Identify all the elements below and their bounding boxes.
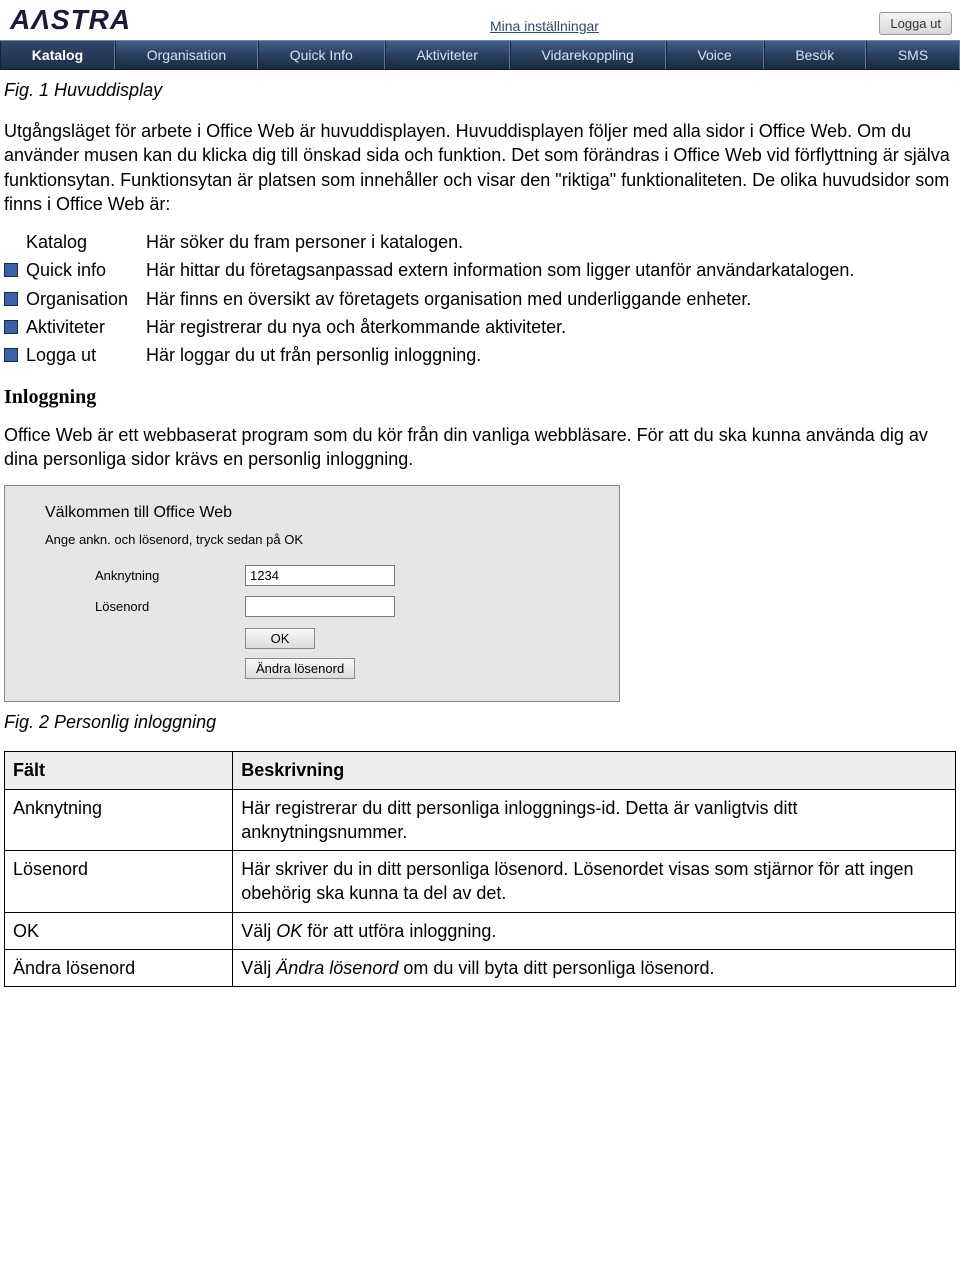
bullet-icon <box>4 348 18 362</box>
tab-voice[interactable]: Voice <box>666 41 764 69</box>
table-header-row: Fält Beskrivning <box>5 752 956 789</box>
main-nav: Katalog Organisation Quick Info Aktivite… <box>0 40 960 70</box>
figure-1-caption: Fig. 1 Huvuddisplay <box>4 80 956 101</box>
login-row-ext: Anknytning <box>45 565 595 586</box>
login-hint: Ange ankn. och lösenord, tryck sedan på … <box>45 532 595 547</box>
bullet-icon <box>4 292 18 306</box>
def-desc: Här söker du fram personer i katalogen. <box>146 230 956 254</box>
td-desc: Välj OK för att utföra inloggning. <box>233 912 956 949</box>
def-row-organisation: Organisation Här finns en översikt av fö… <box>4 287 956 311</box>
def-desc: Här finns en översikt av företagets orga… <box>146 287 956 311</box>
login-change-row: Ändra lösenord <box>45 657 595 679</box>
login-title: Välkommen till Office Web <box>45 504 595 522</box>
tab-aktiviteter[interactable]: Aktiviteter <box>385 41 510 69</box>
tab-organisation[interactable]: Organisation <box>115 41 258 69</box>
tab-katalog[interactable]: Katalog <box>0 41 115 69</box>
section-heading-inloggning: Inloggning <box>4 386 956 409</box>
def-term: Aktiviteter <box>26 315 146 339</box>
login-ok-row: OK <box>45 627 595 649</box>
td-field: OK <box>5 912 233 949</box>
tab-sms[interactable]: SMS <box>866 41 960 69</box>
ext-input[interactable] <box>245 565 395 586</box>
def-desc: Här loggar du ut från personlig inloggni… <box>146 343 956 367</box>
table-row: Lösenord Här skriver du in ditt personli… <box>5 851 956 913</box>
td-desc: Här skriver du in ditt personliga löseno… <box>233 851 956 913</box>
def-term: Quick info <box>26 258 146 282</box>
td-field: Ändra lösenord <box>5 950 233 987</box>
login-intro-paragraph: Office Web är ett webbaserat program som… <box>4 423 956 472</box>
def-row-aktiviteter: Aktiviteter Här registrerar du nya och å… <box>4 315 956 339</box>
change-password-button[interactable]: Ändra lösenord <box>245 658 355 679</box>
td-desc: Välj Ändra lösenord om du vill byta ditt… <box>233 950 956 987</box>
intro-paragraph: Utgångsläget för arbete i Office Web är … <box>4 119 956 216</box>
field-table: Fält Beskrivning Anknytning Här registre… <box>4 751 956 987</box>
settings-link[interactable]: Mina inställningar <box>490 18 599 34</box>
table-row: Ändra lösenord Välj Ändra lösenord om du… <box>5 950 956 987</box>
bullet-icon <box>4 320 18 334</box>
login-row-pwd: Lösenord <box>45 596 595 617</box>
login-panel: Välkommen till Office Web Ange ankn. och… <box>4 485 620 702</box>
def-row-katalog: Katalog Här söker du fram personer i kat… <box>4 230 956 254</box>
def-term: Logga ut <box>26 343 146 367</box>
def-term: Organisation <box>26 287 146 311</box>
bullet-icon <box>4 263 18 277</box>
tab-vidarekoppling[interactable]: Vidarekoppling <box>510 41 666 69</box>
td-field: Lösenord <box>5 851 233 913</box>
tab-quick-info[interactable]: Quick Info <box>258 41 385 69</box>
figure-2-caption: Fig. 2 Personlig inloggning <box>4 712 956 733</box>
th-desc: Beskrivning <box>233 752 956 789</box>
def-row-loggaut: Logga ut Här loggar du ut från personlig… <box>4 343 956 367</box>
pwd-input[interactable] <box>245 596 395 617</box>
table-row: Anknytning Här registrerar du ditt perso… <box>5 789 956 851</box>
table-row: OK Välj OK för att utföra inloggning. <box>5 912 956 949</box>
definition-list: Katalog Här söker du fram personer i kat… <box>4 230 956 367</box>
ext-label: Anknytning <box>45 568 245 583</box>
def-desc: Här hittar du företagsanpassad extern in… <box>146 258 956 282</box>
pwd-label: Lösenord <box>45 599 245 614</box>
tab-besok[interactable]: Besök <box>764 41 867 69</box>
page-content: Fig. 1 Huvuddisplay Utgångsläget för arb… <box>0 80 960 987</box>
logout-button[interactable]: Logga ut <box>879 12 952 35</box>
td-field: Anknytning <box>5 789 233 851</box>
def-term: Katalog <box>26 230 146 254</box>
ok-button[interactable]: OK <box>245 628 315 649</box>
top-bar: AΛSTRA Mina inställningar Logga ut <box>0 0 960 38</box>
th-field: Fält <box>5 752 233 789</box>
def-row-quickinfo: Quick info Här hittar du företagsanpassa… <box>4 258 956 282</box>
brand-logo: AΛSTRA <box>10 4 131 36</box>
def-desc: Här registrerar du nya och återkommande … <box>146 315 956 339</box>
td-desc: Här registrerar du ditt personliga inlog… <box>233 789 956 851</box>
